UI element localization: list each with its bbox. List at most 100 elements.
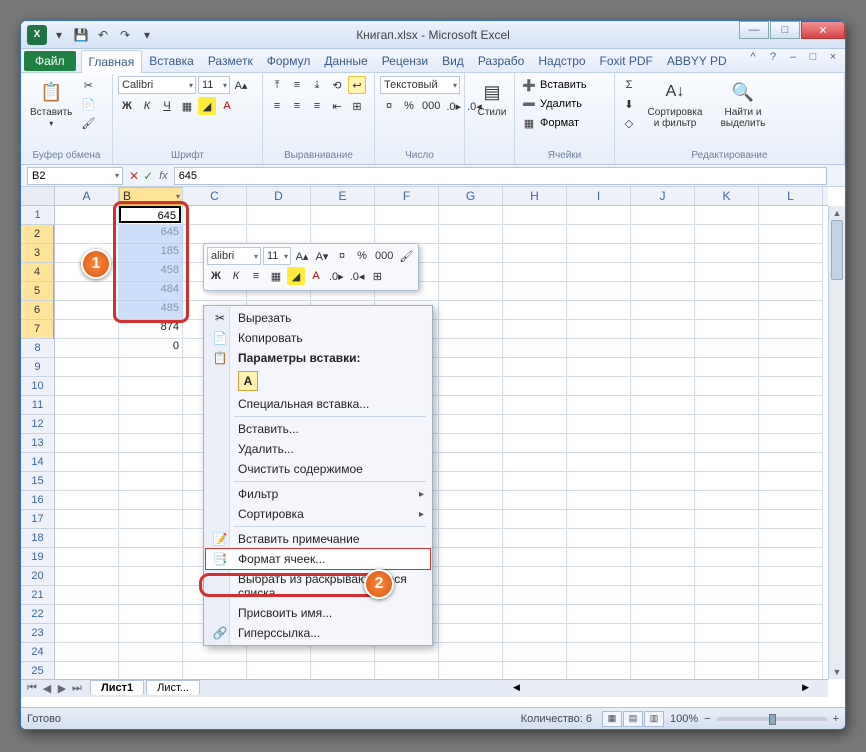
cell-L18[interactable] (759, 529, 823, 548)
row-header-3[interactable]: 3 (21, 244, 54, 263)
cell-H19[interactable] (503, 548, 567, 567)
cell-L9[interactable] (759, 358, 823, 377)
cell-G16[interactable] (439, 491, 503, 510)
mini-border-icon[interactable]: ▦ (267, 267, 285, 285)
cell-L5[interactable] (759, 282, 823, 301)
paste-option-values[interactable]: A (238, 371, 258, 391)
cell-L19[interactable] (759, 548, 823, 567)
cell-J9[interactable] (631, 358, 695, 377)
cell-B3[interactable]: 185 (119, 244, 183, 263)
cell-D2[interactable] (247, 225, 311, 244)
cell-B4[interactable]: 458 (119, 263, 183, 282)
cell-H8[interactable] (503, 339, 567, 358)
fx-icon[interactable]: fx (159, 170, 168, 182)
cell-A16[interactable] (55, 491, 119, 510)
cell-G20[interactable] (439, 567, 503, 586)
row-header-18[interactable]: 18 (21, 529, 54, 548)
ctx-сортировка[interactable]: Сортировка (206, 504, 430, 524)
indent-dec-icon[interactable]: ⇤ (328, 97, 346, 115)
cell-J4[interactable] (631, 263, 695, 282)
file-tab[interactable]: Файл (24, 51, 76, 71)
cell-H15[interactable] (503, 472, 567, 491)
cell-A8[interactable] (55, 339, 119, 358)
cell-H7[interactable] (503, 320, 567, 339)
cell-G22[interactable] (439, 605, 503, 624)
ctx-выбрать-из-раскрывающегося-списка-[interactable]: Выбрать из раскрывающегося списка... (206, 569, 430, 603)
cell-H9[interactable] (503, 358, 567, 377)
cell-J24[interactable] (631, 643, 695, 662)
cell-L11[interactable] (759, 396, 823, 415)
col-header-L[interactable]: L (759, 187, 823, 205)
cell-K8[interactable] (695, 339, 759, 358)
row-header-6[interactable]: 6 (21, 301, 54, 320)
cell-L16[interactable] (759, 491, 823, 510)
cell-J21[interactable] (631, 586, 695, 605)
orientation-icon[interactable]: ⟲ (328, 76, 346, 94)
cell-A20[interactable] (55, 567, 119, 586)
cell-K19[interactable] (695, 548, 759, 567)
underline-button[interactable]: Ч (158, 97, 176, 115)
cell-H17[interactable] (503, 510, 567, 529)
row-header-19[interactable]: 19 (21, 548, 54, 567)
cell-G4[interactable] (439, 263, 503, 282)
cell-J2[interactable] (631, 225, 695, 244)
align-middle-icon[interactable]: ≡ (288, 76, 306, 94)
ctx-вырезать[interactable]: ✂Вырезать (206, 308, 430, 328)
cancel-formula-icon[interactable]: ✕ (129, 169, 139, 183)
cell-H22[interactable] (503, 605, 567, 624)
cell-H4[interactable] (503, 263, 567, 282)
ctx-копировать[interactable]: 📄Копировать (206, 328, 430, 348)
cell-L24[interactable] (759, 643, 823, 662)
cell-L7[interactable] (759, 320, 823, 339)
mini-percent-icon[interactable]: % (353, 247, 371, 265)
border-icon[interactable]: ▦ (178, 97, 196, 115)
scroll-down-icon[interactable]: ▼ (829, 665, 845, 679)
name-box[interactable]: B2 (27, 167, 123, 185)
cell-G15[interactable] (439, 472, 503, 491)
cell-K5[interactable] (695, 282, 759, 301)
col-header-J[interactable]: J (631, 187, 695, 205)
currency-icon[interactable]: ¤ (380, 97, 398, 115)
col-header-B[interactable]: B (119, 187, 183, 205)
cell-B12[interactable] (119, 415, 183, 434)
close-button[interactable]: ✕ (801, 21, 845, 39)
cell-G1[interactable] (439, 206, 503, 225)
cell-E1[interactable] (311, 206, 375, 225)
cell-J14[interactable] (631, 453, 695, 472)
sheet-nav-first-icon[interactable]: ⏮ (25, 682, 39, 695)
cell-A10[interactable] (55, 377, 119, 396)
cell-L4[interactable] (759, 263, 823, 282)
cell-K1[interactable] (695, 206, 759, 225)
cell-B8[interactable]: 0 (119, 339, 183, 358)
cell-B22[interactable] (119, 605, 183, 624)
cell-B19[interactable] (119, 548, 183, 567)
cell-L6[interactable] (759, 301, 823, 320)
autosum-icon[interactable]: Σ (620, 76, 638, 94)
paste-button[interactable]: 📋 Вставить ▾ (26, 76, 76, 130)
cell-A11[interactable] (55, 396, 119, 415)
cell-L15[interactable] (759, 472, 823, 491)
zoom-slider[interactable] (717, 717, 827, 721)
zoom-in-icon[interactable]: + (833, 713, 839, 725)
cell-I3[interactable] (567, 244, 631, 263)
mini-fontcolor-icon[interactable]: A (307, 267, 325, 285)
row-header-10[interactable]: 10 (21, 377, 54, 396)
vertical-scrollbar[interactable]: ▲ ▼ (828, 206, 845, 679)
tab-foxit[interactable]: Foxit PDF (593, 50, 660, 72)
cell-G23[interactable] (439, 624, 503, 643)
cell-G5[interactable] (439, 282, 503, 301)
cell-K23[interactable] (695, 624, 759, 643)
ctx-присвоить-имя-[interactable]: Присвоить имя... (206, 603, 430, 623)
cell-H6[interactable] (503, 301, 567, 320)
ctx-формат-ячеек-[interactable]: 📑Формат ячеек... (206, 549, 430, 569)
cell-G13[interactable] (439, 434, 503, 453)
row-header-23[interactable]: 23 (21, 624, 54, 643)
cell-L23[interactable] (759, 624, 823, 643)
row-header-11[interactable]: 11 (21, 396, 54, 415)
cell-K17[interactable] (695, 510, 759, 529)
ctx-очистить-содержимое[interactable]: Очистить содержимое (206, 459, 430, 479)
cell-J6[interactable] (631, 301, 695, 320)
cell-A19[interactable] (55, 548, 119, 567)
cell-A14[interactable] (55, 453, 119, 472)
cell-L2[interactable] (759, 225, 823, 244)
